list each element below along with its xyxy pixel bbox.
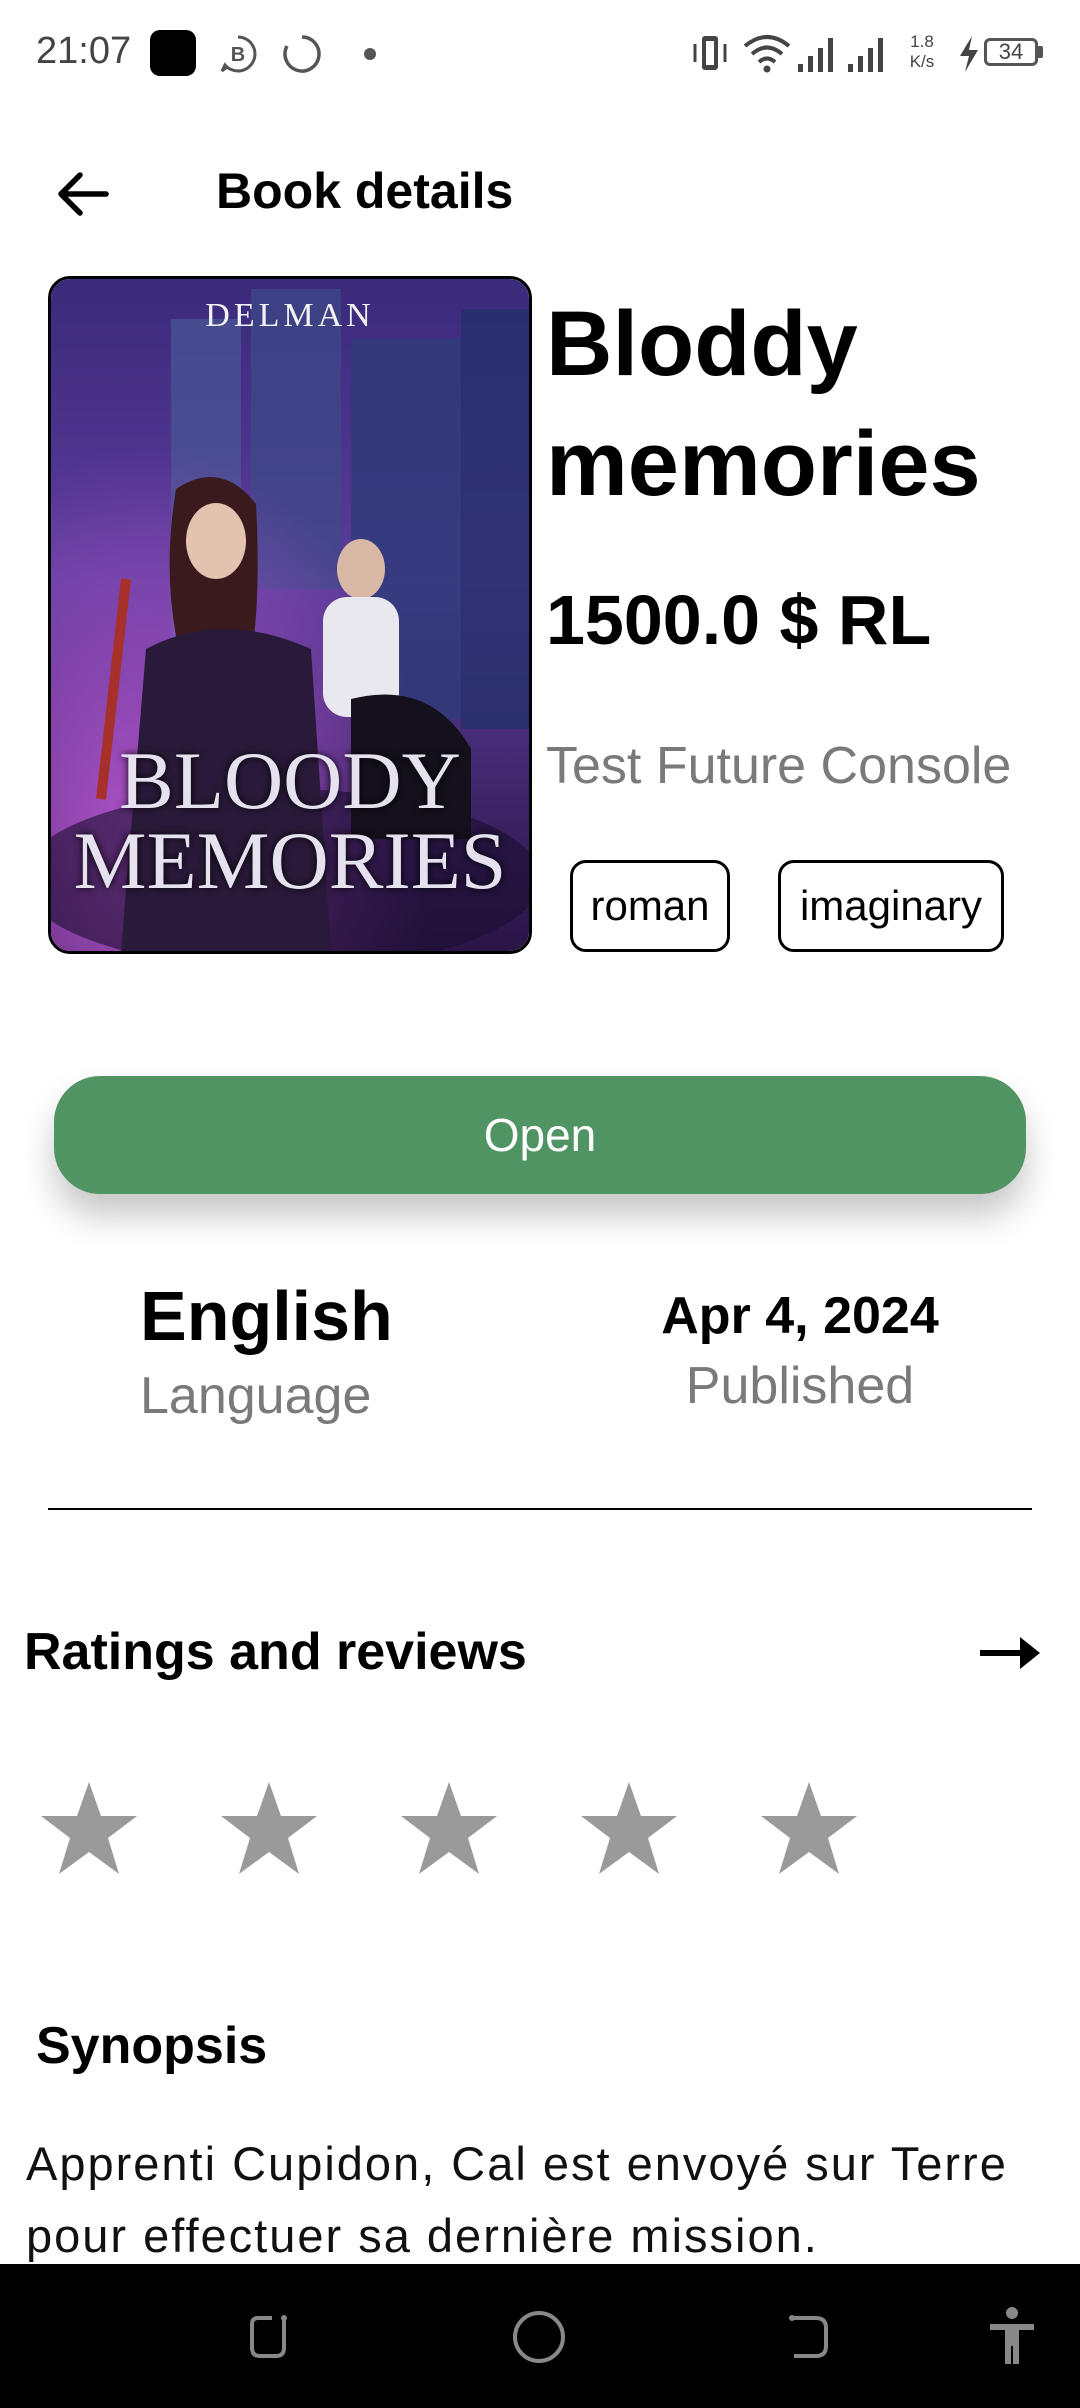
star-icon[interactable] — [756, 1778, 862, 1878]
recent-apps-icon[interactable] — [240, 2308, 296, 2364]
synopsis-title: Synopsis — [36, 2017, 268, 2075]
net-speed-unit: K/s — [909, 52, 935, 71]
book-cover-image: DELMAN BLOODY MEMORIES — [48, 276, 532, 954]
cover-title-line-2: MEMORIES — [73, 815, 507, 906]
ratings-title: Ratings and reviews — [24, 1623, 527, 1681]
b-icon: B — [220, 35, 257, 73]
star-icon[interactable] — [216, 1778, 322, 1878]
book-title: Bloddy memories — [546, 293, 981, 515]
signal-icon — [798, 38, 833, 72]
net-speed-value: 1.8 — [910, 32, 934, 51]
vibrate-icon — [693, 36, 727, 70]
divider — [48, 1508, 1032, 1510]
star-icon[interactable] — [576, 1778, 682, 1878]
status-time: 21:07 — [36, 30, 132, 72]
page-title: Book details — [216, 163, 514, 219]
published-value: Apr 4, 2024 — [661, 1287, 939, 1345]
black-app-icon — [150, 30, 196, 76]
arrow-right-icon[interactable] — [976, 1628, 1046, 1678]
cover-title: BLOODY MEMORIES — [51, 735, 529, 906]
home-icon[interactable] — [510, 2308, 568, 2366]
battery-tip — [1038, 46, 1043, 58]
svg-text:B: B — [231, 44, 245, 66]
net-speed: 1.8 K/s — [900, 32, 944, 72]
loading-icon — [283, 35, 321, 73]
cover-author: DELMAN — [205, 297, 375, 334]
status-bar: 21:07 B 1.8 K/s 34 — [0, 0, 1080, 110]
published-label: Published — [685, 1357, 915, 1415]
battery-icon: 34 — [984, 38, 1038, 66]
book-author: Test Future Console — [546, 737, 1012, 795]
tag-chip[interactable]: roman — [570, 860, 730, 952]
navigation-bar — [0, 2264, 1080, 2408]
dot-icon — [364, 48, 376, 60]
language-value: English — [140, 1277, 393, 1355]
cover-title-line-1: BLOODY — [119, 735, 461, 826]
charging-icon — [960, 36, 978, 72]
back-icon[interactable] — [780, 2308, 836, 2364]
tag-chip[interactable]: imaginary — [778, 860, 1004, 952]
book-price: 1500.0 $ RL — [546, 581, 932, 659]
open-button[interactable]: Open — [54, 1076, 1026, 1194]
star-icon[interactable] — [36, 1778, 142, 1878]
arrow-left-icon[interactable] — [48, 158, 120, 230]
star-icon[interactable] — [396, 1778, 502, 1878]
signal-icon — [848, 38, 883, 72]
language-label: Language — [140, 1367, 372, 1425]
accessibility-icon[interactable] — [984, 2304, 1040, 2368]
wifi-icon — [743, 35, 791, 73]
synopsis-text: Apprenti Cupidon, Cal est envoyé sur Ter… — [26, 2137, 1008, 2262]
